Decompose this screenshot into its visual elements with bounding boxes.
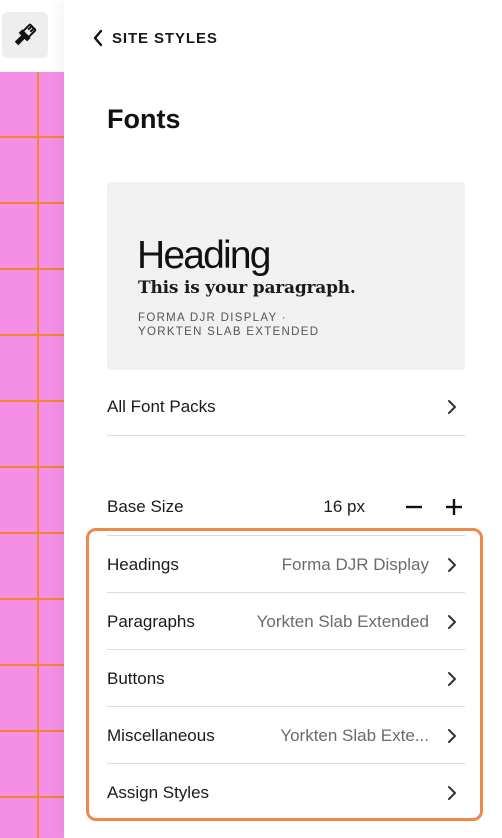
buttons-row[interactable]: Buttons	[107, 649, 465, 707]
headings-font-value: Forma DJR Display	[281, 554, 429, 574]
all-font-packs-label: All Font Packs	[107, 396, 216, 416]
chevron-right-icon	[447, 785, 457, 801]
chevron-right-icon	[447, 399, 457, 415]
preview-paragraph-font-name: YORKTEN SLAB EXTENDED	[138, 326, 320, 338]
paragraphs-row[interactable]: Paragraphs Yorkten Slab Extended	[107, 592, 465, 650]
back-label: SITE STYLES	[112, 29, 218, 47]
buttons-label: Buttons	[107, 668, 165, 688]
chevron-left-icon	[93, 29, 103, 47]
paintbrush-icon	[14, 23, 37, 46]
back-to-site-styles[interactable]: SITE STYLES	[92, 26, 218, 50]
paragraphs-font-value: Yorkten Slab Extended	[256, 611, 429, 631]
preview-heading-sample: Heading	[137, 234, 271, 277]
miscellaneous-font-value: Yorkten Slab Exte...	[280, 725, 429, 745]
font-pack-preview-card[interactable]: Heading This is your paragraph. FORMA DJ…	[107, 182, 465, 370]
minus-icon	[406, 505, 422, 509]
paragraphs-label: Paragraphs	[107, 611, 195, 631]
assign-styles-label: Assign Styles	[107, 782, 210, 802]
canvas-grid-background	[0, 72, 64, 838]
assign-styles-row[interactable]: Assign Styles	[107, 763, 465, 821]
miscellaneous-label: Miscellaneous	[107, 725, 215, 745]
chevron-right-icon	[447, 671, 457, 687]
base-size-value: 16 px	[323, 497, 365, 516]
base-size-row: Base Size 16 px	[107, 490, 465, 524]
decrease-size-button[interactable]	[403, 496, 425, 518]
all-font-packs-row[interactable]: All Font Packs	[107, 378, 465, 436]
site-styles-button[interactable]	[2, 12, 48, 58]
increase-size-button[interactable]	[443, 496, 465, 518]
fonts-panel: SITE STYLES Fonts Heading This is your p…	[64, 0, 502, 838]
miscellaneous-row[interactable]: Miscellaneous Yorkten Slab Exte...	[107, 706, 465, 764]
preview-heading-font-name: FORMA DJR DISPLAY ·	[138, 312, 287, 324]
base-size-label: Base Size	[107, 497, 184, 516]
headings-label: Headings	[107, 554, 179, 574]
chevron-right-icon	[447, 614, 457, 630]
chevron-right-icon	[447, 728, 457, 744]
headings-row[interactable]: Headings Forma DJR Display	[107, 535, 465, 593]
canvas-preview-strip	[0, 0, 64, 838]
plus-icon	[446, 499, 462, 515]
preview-paragraph-sample: This is your paragraph.	[138, 278, 356, 298]
page-title: Fonts	[107, 104, 181, 134]
chevron-right-icon	[447, 557, 457, 573]
